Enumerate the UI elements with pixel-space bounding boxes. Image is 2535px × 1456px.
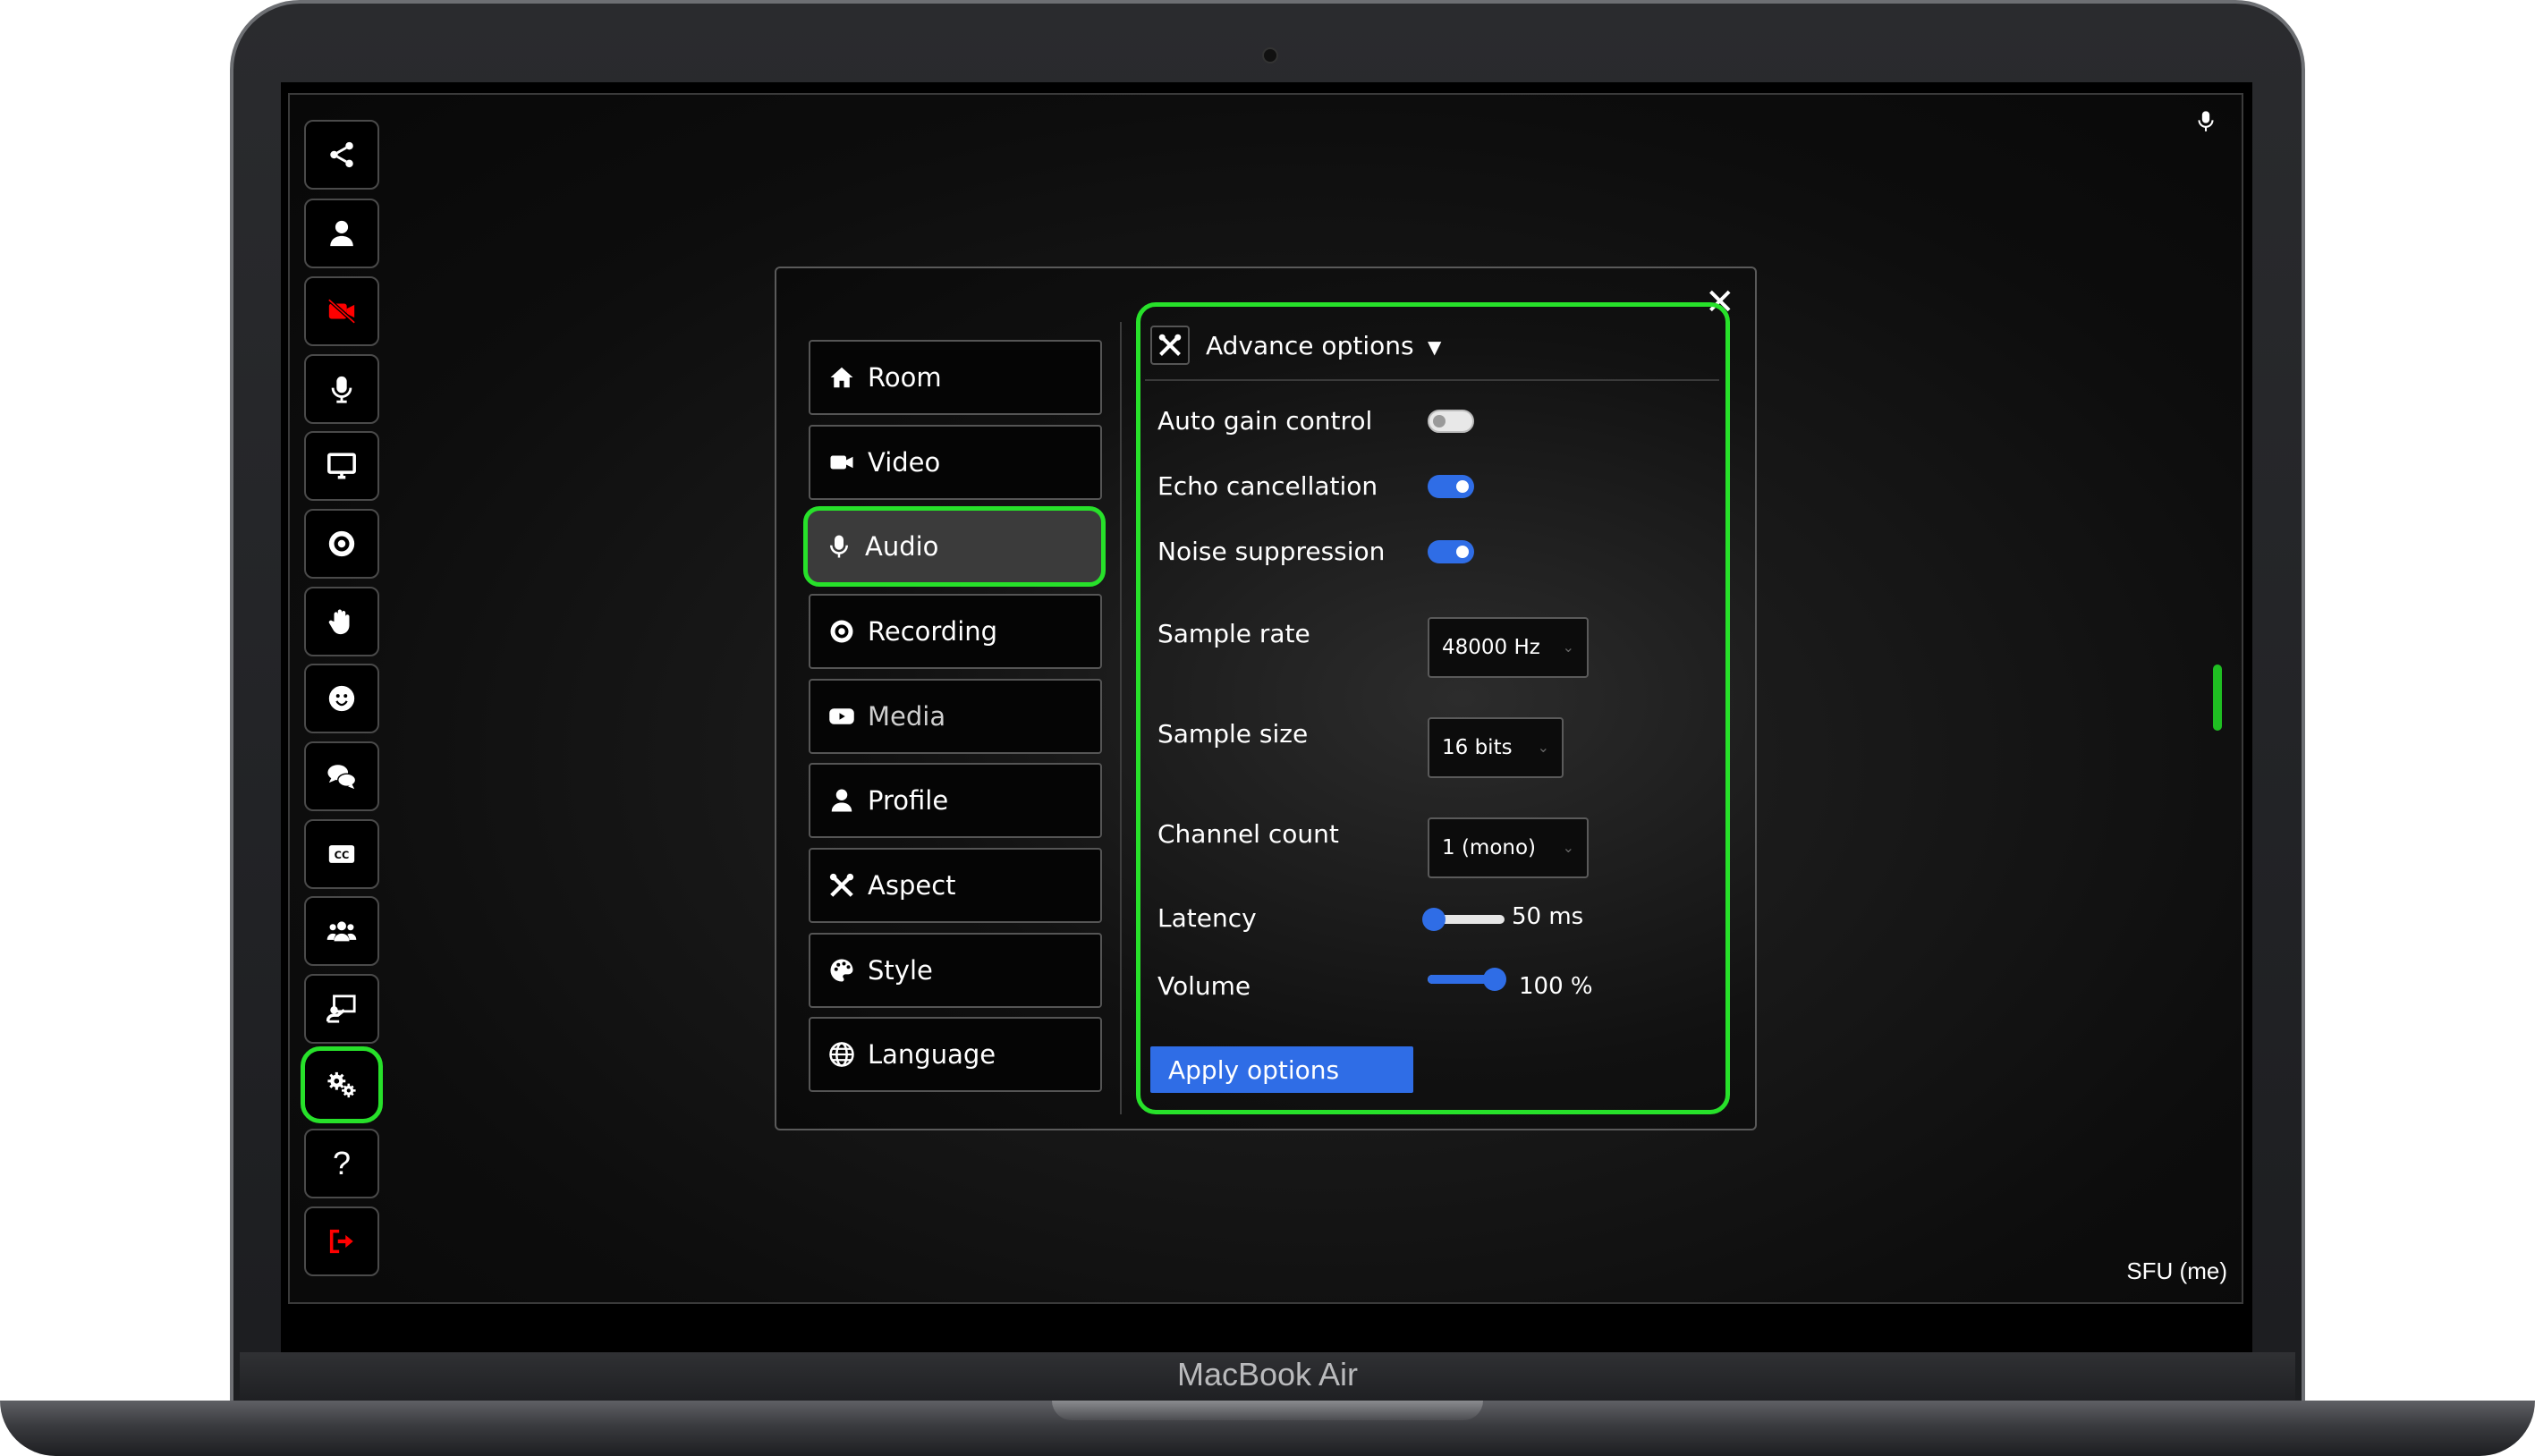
user-icon — [831, 789, 852, 812]
tab-label: Recording — [868, 616, 998, 647]
sfu-label: SFU (me) — [2126, 1257, 2227, 1284]
tab-label: Style — [868, 955, 933, 986]
globe-icon — [829, 1042, 854, 1067]
channel-count-select[interactable]: 1 (mono) ⌄ — [1428, 817, 1589, 878]
laptop-model-label: MacBook Air — [1176, 1356, 1359, 1393]
noise-suppression-label: Noise suppression — [1157, 537, 1386, 566]
channel-count-value: 1 (mono) — [1442, 836, 1537, 859]
sample-size-value: 16 bits — [1442, 736, 1513, 759]
chevron-down-icon: ⌄ — [1562, 639, 1574, 656]
cogs-icon — [327, 1071, 356, 1098]
tab-profile[interactable]: Profile — [809, 763, 1102, 838]
apply-options-button[interactable]: Apply options — [1150, 1046, 1413, 1093]
tab-recording[interactable]: Recording — [809, 594, 1102, 669]
sample-size-label: Sample size — [1157, 719, 1309, 749]
tab-label: Media — [868, 701, 946, 732]
leave-button[interactable] — [304, 1206, 379, 1276]
palette-icon — [830, 959, 853, 982]
advanced-options-toggle[interactable] — [1150, 326, 1190, 365]
svg-text:CC: CC — [335, 849, 350, 861]
microphone-button[interactable] — [304, 354, 379, 424]
share-button[interactable] — [304, 120, 379, 190]
tab-audio[interactable]: Audio — [803, 506, 1106, 587]
tab-label: Video — [868, 447, 941, 478]
tab-room[interactable]: Room — [809, 340, 1102, 415]
laptop-notch — [1052, 1401, 1483, 1420]
auto-gain-toggle[interactable] — [1428, 410, 1474, 433]
tab-label: Language — [868, 1039, 996, 1070]
tab-video[interactable]: Video — [809, 425, 1102, 500]
help-button[interactable]: ? — [304, 1129, 379, 1198]
users-icon — [326, 921, 357, 942]
participants-button[interactable] — [304, 896, 379, 966]
record-icon — [328, 530, 355, 557]
chevron-down-icon: ⌄ — [1537, 739, 1549, 756]
tab-language[interactable]: Language — [809, 1017, 1102, 1092]
latency-value: 50 ms — [1512, 903, 1584, 930]
captions-button[interactable]: CC — [304, 819, 379, 889]
smile-icon — [328, 685, 355, 712]
whiteboard-button[interactable] — [304, 974, 379, 1044]
raise-hand-button[interactable] — [304, 587, 379, 656]
video-slash-icon — [327, 298, 356, 325]
scroll-indicator[interactable] — [2213, 665, 2222, 731]
latency-slider-thumb[interactable] — [1422, 908, 1446, 931]
channel-count-label: Channel count — [1157, 819, 1339, 849]
closed-captions-icon: CC — [328, 845, 355, 863]
sign-out-icon — [329, 1229, 353, 1254]
echo-cancellation-label: Echo cancellation — [1157, 471, 1378, 501]
chevron-down-icon: ⌄ — [1562, 839, 1574, 856]
video-icon — [830, 455, 853, 470]
microphone-status-icon — [2198, 111, 2214, 131]
sample-size-select[interactable]: 16 bits ⌄ — [1428, 717, 1564, 778]
record-button[interactable] — [304, 509, 379, 579]
camera-off-button[interactable] — [304, 276, 379, 346]
record-icon — [830, 620, 853, 643]
share-icon — [330, 141, 353, 168]
nav-divider — [1120, 322, 1122, 1114]
participant-button[interactable] — [304, 199, 379, 268]
microphone-icon — [331, 376, 352, 403]
noise-suppression-toggle[interactable] — [1428, 540, 1474, 563]
webcam — [1262, 47, 1278, 63]
tools-icon — [1158, 334, 1182, 356]
settings-button[interactable] — [301, 1046, 383, 1123]
sample-rate-label: Sample rate — [1157, 619, 1310, 648]
user-icon — [330, 220, 353, 247]
tab-label: Room — [868, 362, 942, 393]
echo-cancellation-toggle[interactable] — [1428, 475, 1474, 498]
screen-share-button[interactable] — [304, 431, 379, 501]
home-icon — [830, 367, 853, 388]
sample-rate-select[interactable]: 48000 Hz ⌄ — [1428, 617, 1589, 678]
chalkboard-icon — [326, 995, 356, 1023]
emoji-button[interactable] — [304, 664, 379, 733]
sample-rate-value: 48000 Hz — [1442, 636, 1540, 659]
volume-value: 100 % — [1519, 973, 1593, 1000]
hand-icon — [328, 609, 350, 635]
youtube-icon — [829, 708, 854, 724]
tab-media[interactable]: Media — [809, 679, 1102, 754]
tab-label: Profile — [868, 785, 949, 816]
comments-icon — [327, 765, 357, 790]
auto-gain-label: Auto gain control — [1157, 406, 1373, 436]
panel-divider — [1145, 379, 1719, 381]
volume-label: Volume — [1157, 971, 1251, 1001]
tab-style[interactable]: Style — [809, 933, 1102, 1008]
microphone-icon — [830, 535, 848, 558]
advanced-options-title[interactable]: Advance options — [1206, 331, 1414, 360]
question-icon: ? — [332, 1145, 352, 1181]
latency-label: Latency — [1157, 903, 1257, 933]
chat-button[interactable] — [304, 741, 379, 811]
volume-slider-thumb[interactable] — [1483, 968, 1506, 991]
desktop-icon — [327, 453, 356, 479]
tab-aspect[interactable]: Aspect — [809, 848, 1102, 923]
caret-down-icon[interactable]: ▼ — [1428, 336, 1441, 358]
tab-label: Audio — [865, 531, 939, 562]
tools-icon — [829, 873, 854, 897]
tab-label: Aspect — [868, 870, 956, 901]
